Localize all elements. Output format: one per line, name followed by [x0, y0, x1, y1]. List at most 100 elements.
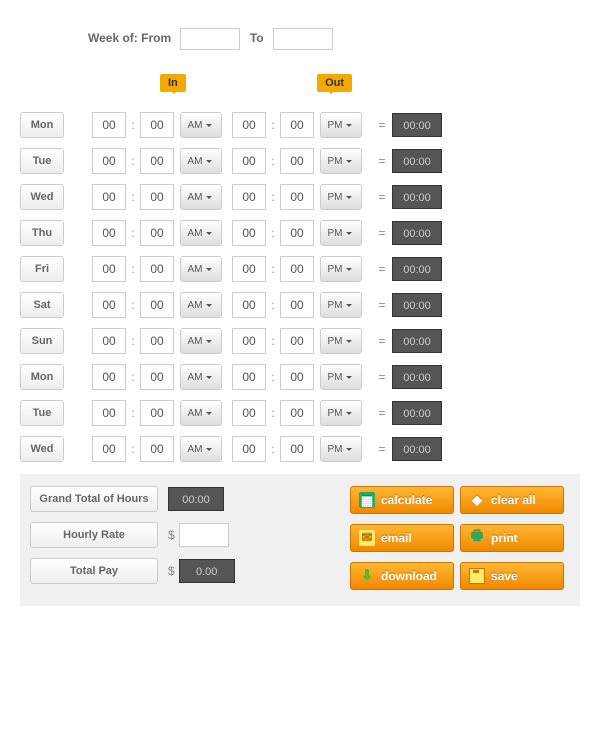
- time-row: Mon:AM:PM=00:00: [20, 110, 580, 140]
- week-to-input[interactable]: [273, 28, 333, 50]
- week-from-input[interactable]: [180, 28, 240, 50]
- in-minute-input[interactable]: [140, 292, 174, 318]
- in-ampm-select[interactable]: AM: [180, 112, 222, 138]
- out-hour-input[interactable]: [232, 364, 266, 390]
- out-tag: Out: [317, 74, 352, 92]
- out-hour-input[interactable]: [232, 436, 266, 462]
- out-hour-input[interactable]: [232, 400, 266, 426]
- out-hour-input[interactable]: [232, 220, 266, 246]
- out-ampm-select[interactable]: PM: [320, 364, 362, 390]
- out-minute-input[interactable]: [280, 112, 314, 138]
- row-total: 00:00: [392, 401, 442, 425]
- in-out-header: In Out: [160, 74, 580, 102]
- out-ampm-select[interactable]: PM: [320, 328, 362, 354]
- in-minute-input[interactable]: [140, 436, 174, 462]
- chevron-down-icon: [206, 124, 212, 130]
- out-ampm-select[interactable]: PM: [320, 112, 362, 138]
- in-hour-input[interactable]: [92, 184, 126, 210]
- in-ampm-select[interactable]: AM: [180, 220, 222, 246]
- out-hour-input[interactable]: [232, 148, 266, 174]
- out-minute-input[interactable]: [280, 292, 314, 318]
- out-hour-input[interactable]: [232, 328, 266, 354]
- out-minute-input[interactable]: [280, 436, 314, 462]
- in-hour-input[interactable]: [92, 436, 126, 462]
- in-minute-input[interactable]: [140, 364, 174, 390]
- out-minute-input[interactable]: [280, 220, 314, 246]
- in-hour-input[interactable]: [92, 328, 126, 354]
- chevron-down-icon: [206, 412, 212, 418]
- out-hour-input[interactable]: [232, 112, 266, 138]
- in-hour-input[interactable]: [92, 148, 126, 174]
- out-minute-input[interactable]: [280, 256, 314, 282]
- in-ampm-select[interactable]: AM: [180, 148, 222, 174]
- in-minute-input[interactable]: [140, 184, 174, 210]
- in-hour-input[interactable]: [92, 112, 126, 138]
- row-total: 00:00: [392, 293, 442, 317]
- out-minute-input[interactable]: [280, 364, 314, 390]
- row-total: 00:00: [392, 257, 442, 281]
- download-button[interactable]: ⬇download: [350, 562, 454, 590]
- day-label: Tue: [20, 400, 64, 426]
- out-ampm-select[interactable]: PM: [320, 436, 362, 462]
- out-minute-input[interactable]: [280, 148, 314, 174]
- grand-total-label: Grand Total of Hours: [30, 486, 158, 512]
- week-of-row: Week of: From To: [88, 28, 580, 50]
- in-ampm-select[interactable]: AM: [180, 256, 222, 282]
- download-icon: ⬇: [359, 568, 375, 584]
- day-label: Mon: [20, 112, 64, 138]
- hourly-rate-label: Hourly Rate: [30, 522, 158, 548]
- in-ampm-select[interactable]: AM: [180, 292, 222, 318]
- chevron-down-icon: [346, 196, 352, 202]
- equals-sign: =: [374, 370, 390, 384]
- in-minute-input[interactable]: [140, 256, 174, 282]
- email-button[interactable]: ✉email: [350, 524, 454, 552]
- out-minute-input[interactable]: [280, 184, 314, 210]
- save-button[interactable]: save: [460, 562, 564, 590]
- in-ampm-select[interactable]: AM: [180, 184, 222, 210]
- time-colon: :: [266, 226, 280, 240]
- out-hour-input[interactable]: [232, 292, 266, 318]
- in-ampm-select[interactable]: AM: [180, 364, 222, 390]
- calculate-button[interactable]: ▦calculate: [350, 486, 454, 514]
- dollar-sign: $: [168, 564, 175, 578]
- out-ampm-select[interactable]: PM: [320, 292, 362, 318]
- print-button[interactable]: 🖶print: [460, 524, 564, 552]
- in-hour-input[interactable]: [92, 256, 126, 282]
- in-ampm-select[interactable]: AM: [180, 328, 222, 354]
- chevron-down-icon: [346, 412, 352, 418]
- in-hour-input[interactable]: [92, 400, 126, 426]
- in-ampm-select[interactable]: AM: [180, 436, 222, 462]
- out-ampm-select[interactable]: PM: [320, 400, 362, 426]
- in-minute-input[interactable]: [140, 328, 174, 354]
- out-ampm-select[interactable]: PM: [320, 256, 362, 282]
- in-minute-input[interactable]: [140, 220, 174, 246]
- in-minute-input[interactable]: [140, 148, 174, 174]
- in-hour-input[interactable]: [92, 220, 126, 246]
- in-hour-input[interactable]: [92, 292, 126, 318]
- in-ampm-select[interactable]: AM: [180, 400, 222, 426]
- time-row: Tue:AM:PM=00:00: [20, 398, 580, 428]
- out-ampm-select[interactable]: PM: [320, 184, 362, 210]
- out-minute-input[interactable]: [280, 328, 314, 354]
- time-row: Thu:AM:PM=00:00: [20, 218, 580, 248]
- time-colon: :: [266, 298, 280, 312]
- chevron-down-icon: [206, 196, 212, 202]
- day-label: Sat: [20, 292, 64, 318]
- in-hour-input[interactable]: [92, 364, 126, 390]
- out-ampm-select[interactable]: PM: [320, 220, 362, 246]
- out-hour-input[interactable]: [232, 184, 266, 210]
- week-to-label: To: [250, 31, 264, 45]
- clear-icon: ◆: [469, 492, 485, 508]
- out-ampm-select[interactable]: PM: [320, 148, 362, 174]
- hourly-rate-input[interactable]: [179, 523, 229, 547]
- in-minute-input[interactable]: [140, 112, 174, 138]
- chevron-down-icon: [206, 304, 212, 310]
- row-total: 00:00: [392, 365, 442, 389]
- out-minute-input[interactable]: [280, 400, 314, 426]
- out-hour-input[interactable]: [232, 256, 266, 282]
- in-minute-input[interactable]: [140, 400, 174, 426]
- time-colon: :: [266, 154, 280, 168]
- day-label: Wed: [20, 184, 64, 210]
- calculator-icon: ▦: [359, 492, 375, 508]
- clear-all-button[interactable]: ◆clear all: [460, 486, 564, 514]
